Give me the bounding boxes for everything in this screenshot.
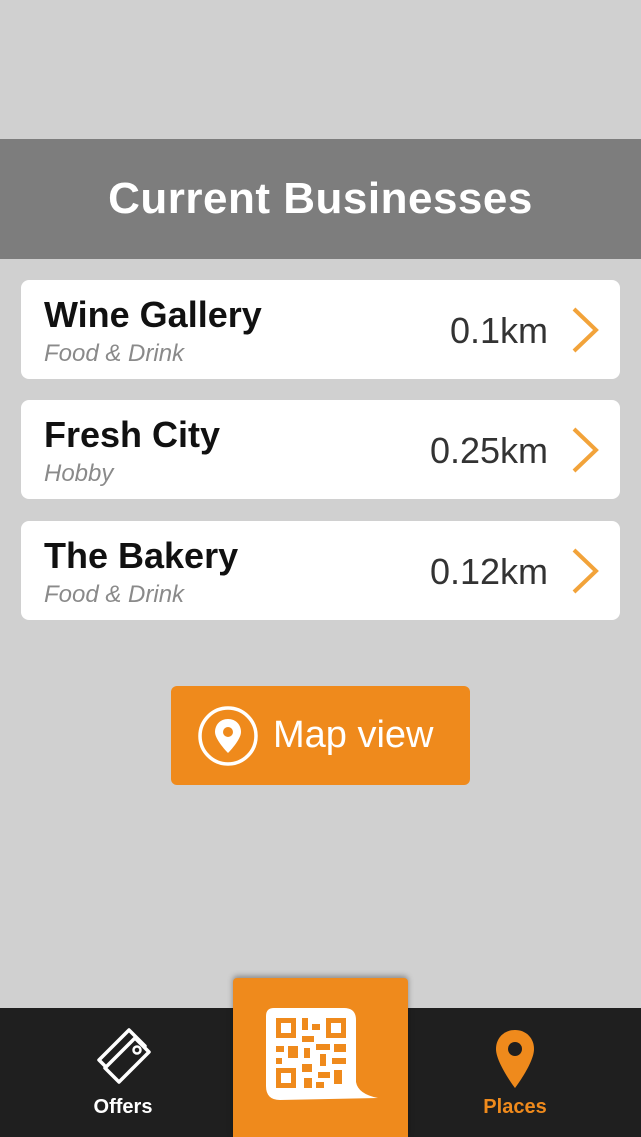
map-pin-icon: [496, 1030, 534, 1088]
business-row-fresh-city[interactable]: Fresh City Hobby 0.25km: [21, 400, 620, 499]
map-pin-circle-icon: [198, 705, 258, 766]
tab-offers[interactable]: Offers: [60, 1008, 186, 1137]
business-row-the-bakery[interactable]: The Bakery Food & Drink 0.12km: [21, 521, 620, 620]
map-view-button[interactable]: Map view: [171, 686, 470, 785]
tag-icon: [97, 1028, 151, 1084]
business-category: Hobby: [44, 460, 114, 487]
page-header: Current Businesses: [0, 139, 641, 259]
map-view-label: Map view: [273, 714, 434, 756]
business-name: Fresh City: [44, 414, 221, 455]
qr-code-icon: [265, 1007, 378, 1100]
business-category: Food & Drink: [44, 340, 185, 367]
business-distance: 0.25km: [429, 430, 548, 471]
business-row-wine-gallery[interactable]: Wine Gallery Food & Drink 0.1km: [21, 280, 620, 379]
tab-places[interactable]: Places: [452, 1008, 578, 1137]
business-name: The Bakery: [44, 535, 239, 576]
chevron-right-icon: [572, 548, 599, 594]
scan-qr-button[interactable]: [233, 978, 408, 1137]
page-title: Current Businesses: [108, 174, 533, 223]
chevron-right-icon: [572, 427, 599, 473]
chevron-right-icon: [572, 307, 599, 353]
business-name: Wine Gallery: [44, 294, 262, 335]
business-distance: 0.12km: [429, 551, 548, 592]
tab-places-label: Places: [483, 1096, 547, 1118]
business-category: Food & Drink: [44, 581, 185, 608]
business-distance: 0.1km: [449, 310, 548, 351]
tab-offers-label: Offers: [93, 1096, 153, 1118]
